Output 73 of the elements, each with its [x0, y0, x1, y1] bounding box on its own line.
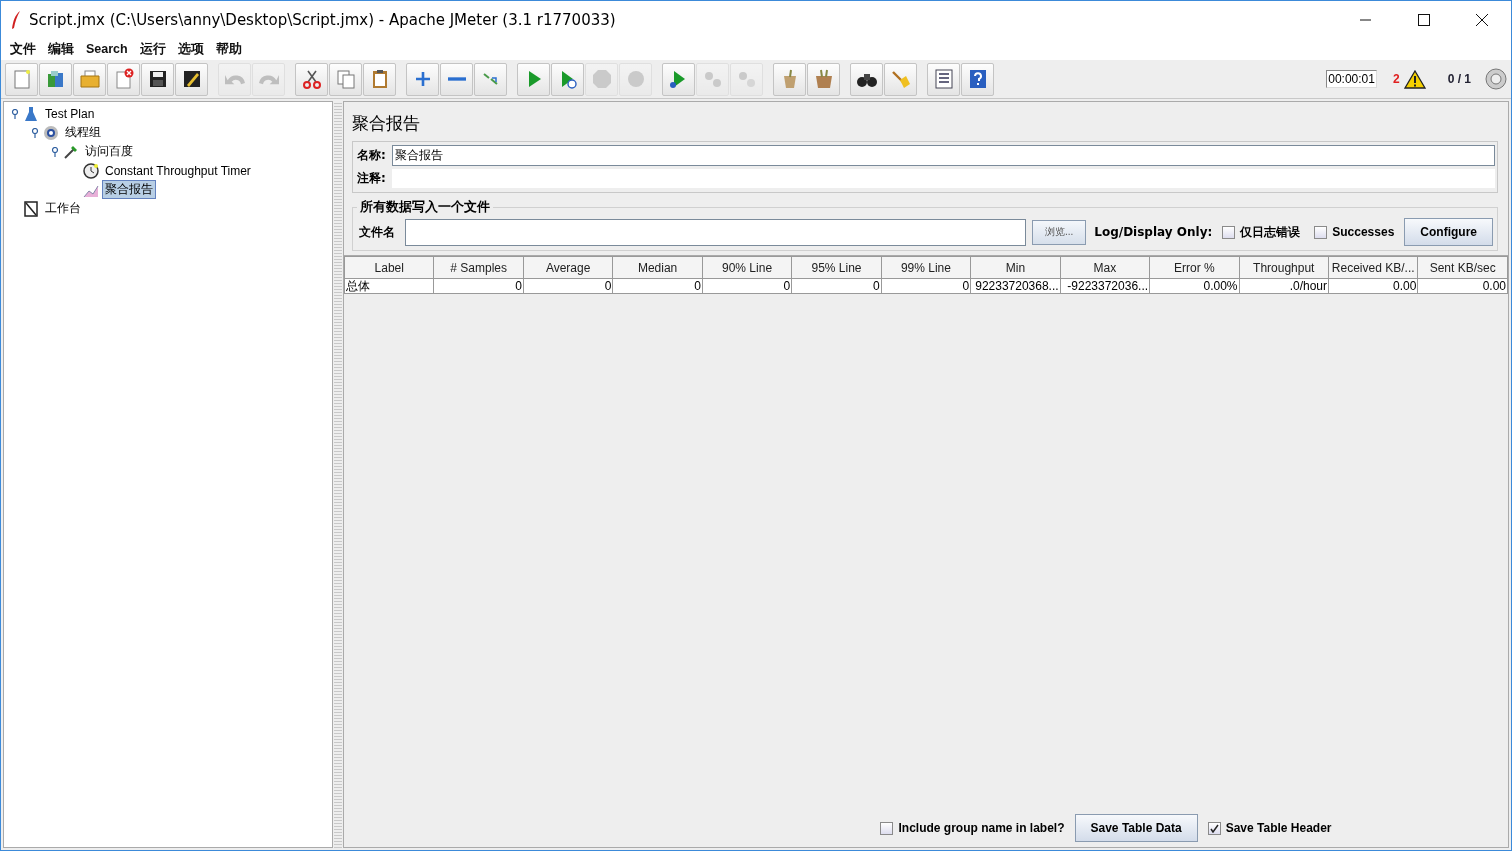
maximize-icon — [1418, 13, 1430, 26]
expand-handle-icon[interactable] — [11, 108, 19, 119]
filename-field[interactable] — [405, 218, 1026, 246]
checkbox[interactable] — [1314, 225, 1328, 239]
undo-icon — [224, 72, 245, 86]
column-header[interactable]: Throughput — [1239, 256, 1329, 279]
checkbox-label: Successes — [1332, 225, 1395, 239]
thread-count: 0 / 1 — [1447, 72, 1471, 86]
column-header[interactable]: Error % — [1149, 256, 1240, 279]
toolbar-button[interactable] — [141, 62, 174, 96]
menu-item[interactable]: Search — [81, 42, 133, 56]
redo-icon — [258, 72, 279, 86]
minus-icon — [447, 77, 466, 81]
menu-item[interactable]: 编辑 — [43, 40, 79, 58]
column-header[interactable]: Average — [523, 256, 613, 279]
column-header[interactable]: Max — [1060, 256, 1150, 279]
toolbar-button[interactable] — [850, 62, 883, 96]
pipette-icon — [63, 143, 79, 160]
browse-button[interactable]: 浏览... — [1031, 219, 1087, 245]
column-header[interactable]: 99% Line — [881, 256, 971, 279]
column-header[interactable]: Label — [344, 256, 434, 279]
stop-icon — [590, 68, 613, 90]
sweeping-broom-icon — [889, 68, 912, 90]
menu-item[interactable]: 选项 — [172, 40, 209, 58]
column-header[interactable]: Min — [970, 256, 1061, 279]
tree-item[interactable]: 访问百度 — [82, 142, 136, 161]
list-icon — [932, 68, 955, 90]
checkbox-label: 仅日志错误 — [1240, 223, 1301, 241]
column-header[interactable]: 95% Line — [791, 256, 882, 279]
expand-handle-icon[interactable] — [51, 146, 59, 157]
warning-icon[interactable] — [1403, 69, 1426, 89]
checkbox[interactable] — [1222, 225, 1236, 239]
scissors-icon — [300, 68, 323, 90]
checkbox-label: Include group name in label? — [898, 821, 1065, 835]
elapsed-time: 00:00:01 — [1326, 70, 1377, 88]
column-header[interactable]: Sent KB/sec — [1417, 256, 1508, 279]
folder-icon — [78, 68, 101, 90]
feather-icon — [11, 10, 21, 29]
toolbar-button[interactable] — [175, 62, 208, 96]
field-label: Log/Display Only: — [1093, 225, 1214, 239]
group-title: 所有数据写入一个文件 — [359, 199, 491, 216]
column-header[interactable]: # Samples — [433, 256, 524, 279]
tree-item[interactable]: Constant Throughput Timer — [102, 162, 254, 179]
configure-button[interactable]: Configure — [1404, 218, 1493, 246]
field-label: 文件名 — [358, 223, 396, 241]
column-header[interactable]: 90% Line — [702, 256, 792, 279]
notepad-icon — [23, 200, 39, 217]
column-header[interactable]: Median — [612, 256, 703, 279]
menu-item[interactable]: 帮助 — [210, 40, 247, 58]
expand-handle-icon[interactable] — [31, 127, 39, 138]
field-label: 注释: — [356, 170, 387, 187]
tree-item[interactable]: Test Plan — [42, 105, 98, 122]
tree-item[interactable]: 聚合报告 — [102, 180, 156, 199]
clock-icon — [83, 162, 99, 179]
close-icon — [1476, 13, 1488, 26]
menu-item[interactable]: 运行 — [134, 40, 171, 58]
field-label: 名称: — [356, 147, 387, 164]
checkbox[interactable] — [880, 821, 894, 835]
column-header[interactable]: Received KB/... — [1328, 256, 1418, 279]
gear-icon — [43, 124, 59, 141]
checkbox-label: Save Table Header — [1225, 821, 1332, 835]
tree-item[interactable]: 工作台 — [42, 199, 84, 218]
checkbox[interactable] — [1207, 821, 1221, 835]
tree-item[interactable]: 线程组 — [62, 123, 104, 142]
panel-title: 聚合报告 — [351, 112, 421, 135]
window-title: Script.jmx (C:\Users\anny\Desktop\Script.jmx) - Apache JMeter (3.1 r1770033) — [29, 10, 617, 29]
copy-icon — [334, 68, 357, 90]
name-field[interactable]: 聚合报告 — [391, 145, 1495, 166]
flask-icon — [23, 105, 39, 122]
menu-item[interactable]: 文件 — [5, 40, 41, 58]
save-table-data-button[interactable]: Save Table Data — [1074, 814, 1198, 842]
status-ring-icon — [1485, 68, 1507, 90]
error-count: 2 — [1392, 72, 1400, 86]
